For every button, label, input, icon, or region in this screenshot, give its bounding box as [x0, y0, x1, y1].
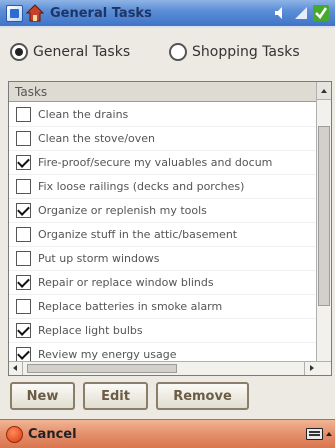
- action-buttons: New Edit Remove: [10, 382, 249, 410]
- task-label: Organize stuff in the attic/basement: [38, 228, 238, 241]
- edit-button[interactable]: Edit: [83, 382, 148, 410]
- radio-label: Shopping Tasks: [192, 44, 300, 60]
- radio-shopping-tasks[interactable]: Shopping Tasks: [169, 43, 300, 61]
- task-label: Clean the stove/oven: [38, 132, 155, 145]
- scroll-left-icon[interactable]: [9, 362, 23, 375]
- task-checkbox[interactable]: [16, 275, 31, 290]
- task-checkbox[interactable]: [16, 203, 31, 218]
- hscroll-thumb[interactable]: [27, 364, 177, 373]
- task-checkbox[interactable]: [16, 347, 31, 362]
- task-checkbox[interactable]: [16, 251, 31, 266]
- task-checkbox[interactable]: [16, 227, 31, 242]
- scroll-right-icon[interactable]: [304, 362, 318, 375]
- list-item[interactable]: Fix loose railings (decks and porches): [9, 175, 317, 199]
- remove-button[interactable]: Remove: [156, 382, 249, 410]
- task-label: Put up storm windows: [38, 252, 160, 265]
- list-header[interactable]: Tasks: [9, 82, 317, 102]
- scroll-thumb[interactable]: [318, 126, 330, 306]
- task-label: Fix loose railings (decks and porches): [38, 180, 245, 193]
- list-item[interactable]: Fire-proof/secure my valuables and docum: [9, 151, 317, 175]
- ok-check-icon[interactable]: [313, 5, 329, 21]
- window-title: General Tasks: [50, 6, 152, 21]
- scroll-up-icon[interactable]: [317, 82, 331, 100]
- list-item[interactable]: Clean the drains: [9, 103, 317, 127]
- home-app-icon: [26, 4, 44, 22]
- cancel-icon[interactable]: [6, 426, 23, 443]
- list-item[interactable]: Replace light bulbs: [9, 319, 317, 343]
- task-label: Repair or replace window blinds: [38, 276, 214, 289]
- task-label: Clean the drains: [38, 108, 129, 121]
- list-item[interactable]: Put up storm windows: [9, 247, 317, 271]
- task-list[interactable]: Tasks Clean the drains Clean the stove/ov…: [8, 81, 332, 376]
- windows-start-icon[interactable]: [6, 5, 23, 22]
- cancel-softkey[interactable]: Cancel: [28, 427, 77, 442]
- task-label: Replace light bulbs: [38, 324, 143, 337]
- task-label: Organize or replenish my tools: [38, 204, 207, 217]
- keyboard-icon[interactable]: [306, 428, 323, 440]
- new-button[interactable]: New: [10, 382, 75, 410]
- radio-general-tasks[interactable]: General Tasks: [10, 43, 130, 61]
- task-label: Replace batteries in smoke alarm: [38, 300, 223, 313]
- vertical-scrollbar[interactable]: [316, 82, 331, 363]
- radio-dot[interactable]: [10, 43, 28, 61]
- speaker-icon[interactable]: [273, 5, 289, 21]
- task-checkbox[interactable]: [16, 299, 31, 314]
- list-item[interactable]: Organize or replenish my tools: [9, 199, 317, 223]
- input-panel-arrow-icon[interactable]: [326, 432, 332, 436]
- radio-label: General Tasks: [33, 44, 131, 60]
- task-checkbox[interactable]: [16, 131, 31, 146]
- title-bar: General Tasks: [0, 0, 335, 28]
- task-filter: General Tasks Shopping Tasks: [0, 30, 335, 74]
- radio-dot[interactable]: [169, 43, 187, 61]
- task-checkbox[interactable]: [16, 179, 31, 194]
- horizontal-scrollbar[interactable]: [9, 361, 331, 375]
- task-rows: Clean the drains Clean the stove/oven Fire…: [9, 103, 317, 367]
- menu-bar: Cancel: [0, 419, 335, 448]
- task-label: Review my energy usage: [38, 348, 177, 361]
- task-checkbox[interactable]: [16, 323, 31, 338]
- status-icons: [273, 5, 329, 21]
- list-item[interactable]: Clean the stove/oven: [9, 127, 317, 151]
- list-item[interactable]: Organize stuff in the attic/basement: [9, 223, 317, 247]
- task-checkbox[interactable]: [16, 155, 31, 170]
- task-checkbox[interactable]: [16, 107, 31, 122]
- list-item[interactable]: Replace batteries in smoke alarm: [9, 295, 317, 319]
- signal-icon[interactable]: [293, 5, 309, 21]
- list-item[interactable]: Repair or replace window blinds: [9, 271, 317, 295]
- task-label: Fire-proof/secure my valuables and docum: [38, 156, 273, 169]
